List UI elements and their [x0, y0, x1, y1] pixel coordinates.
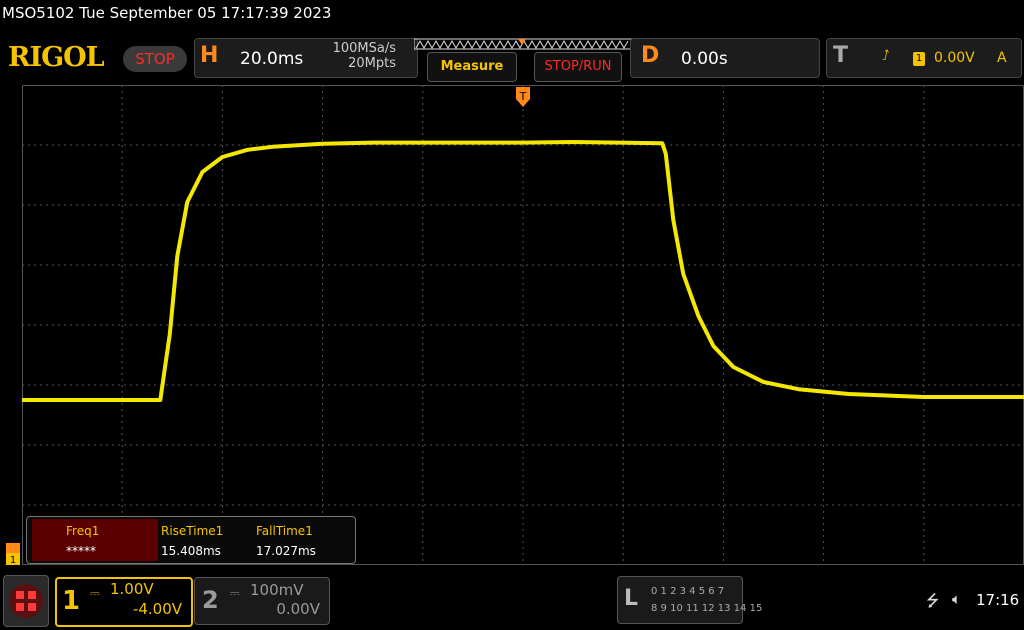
trigger-level: 0.00V — [934, 50, 975, 66]
delay-label: D — [641, 43, 660, 68]
system-clock: 17:16 — [976, 591, 1020, 609]
waveform-display[interactable] — [22, 85, 1024, 565]
rising-edge-icon: ⭜ — [882, 48, 890, 64]
measurement-value: ***** — [66, 544, 96, 558]
speaker-muted-icon[interactable]: 🔈︎ — [952, 590, 961, 608]
run-state-badge[interactable]: STOP — [123, 46, 187, 72]
usb-icon: ⭍ — [926, 591, 940, 610]
channel2-number: 2 — [202, 586, 219, 614]
channel2-scale: 100mV — [250, 581, 304, 599]
channel2-offset: 0.00V — [276, 600, 320, 618]
channel1-number: 1 — [62, 586, 81, 616]
rigol-logo: RIGOL — [8, 42, 105, 73]
trigger-marker-icon[interactable]: T — [514, 85, 532, 111]
memory-position-bar — [414, 38, 633, 50]
channel1-offset: -4.00V — [132, 600, 182, 618]
dc-coupling-icon: ⎓ — [90, 586, 100, 600]
status-line: MSO5102 Tue September 05 17:17:39 2023 — [2, 4, 332, 22]
measurement-label: RiseTime1 — [161, 524, 224, 538]
measurement-value: 17.027ms — [256, 544, 316, 558]
logic-channels-row: 0 1 2 3 4 5 6 7 — [651, 586, 725, 597]
main-menu-button[interactable] — [3, 575, 49, 627]
dc-coupling-icon: ⎓ — [230, 586, 240, 600]
horizontal-label: H — [200, 43, 219, 68]
measurement-label: Freq1 — [66, 524, 100, 538]
sample-rate-block: 100MSa/s 20Mpts — [300, 41, 396, 71]
timebase-value: 20.0ms — [240, 49, 304, 69]
trigger-source-badge: 1 — [913, 52, 925, 66]
svg-text:1: 1 — [10, 555, 16, 566]
channel1-scale: 1.00V — [110, 580, 154, 598]
measure-button[interactable]: Measure — [427, 52, 517, 82]
logic-analyzer-label: L — [624, 586, 639, 611]
trigger-label: T — [833, 43, 849, 68]
stop-run-button[interactable]: STOP/RUN — [534, 52, 622, 82]
memory-depth: 20Mpts — [348, 56, 396, 71]
channel1-ground-marker[interactable]: 1 — [4, 543, 22, 567]
trigger-mode: A — [997, 50, 1007, 66]
sample-rate: 100MSa/s — [332, 41, 396, 56]
measurement-value: 15.408ms — [161, 544, 221, 558]
grid-menu-icon — [9, 584, 43, 618]
delay-value: 0.00s — [681, 49, 728, 69]
logic-channels-row: 8 9 10 11 12 13 14 15 — [651, 603, 763, 614]
svg-text:T: T — [519, 90, 527, 103]
measurement-label: FallTime1 — [256, 524, 313, 538]
